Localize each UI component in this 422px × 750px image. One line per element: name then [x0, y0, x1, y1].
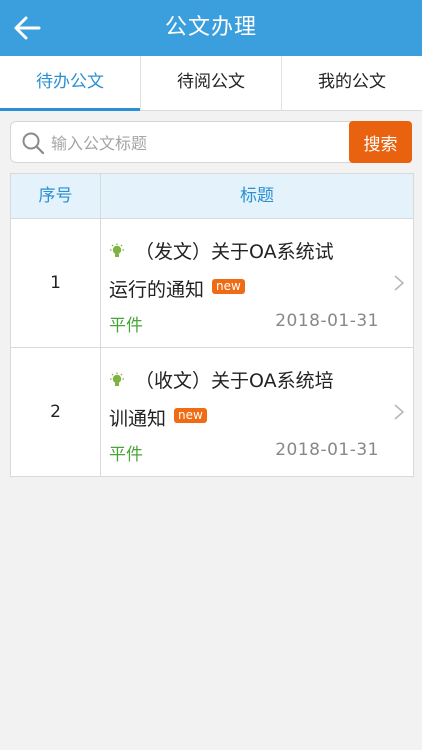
document-title-line1: （收文）关于OA系统培: [135, 370, 334, 392]
lightbulb-icon: [110, 372, 124, 386]
urgency-label: 平件: [109, 316, 143, 336]
chevron-right-icon: [394, 275, 405, 291]
tab-my-documents[interactable]: 我的公文: [282, 56, 422, 110]
search-button[interactable]: 搜索: [349, 121, 412, 163]
document-title-line2: 训通知: [109, 408, 167, 430]
document-meta: 平件 2018-01-31: [109, 311, 379, 336]
row-content: （发文）关于OA系统试 运行的通知 new 平件 2018-01-31: [101, 219, 413, 347]
tab-to-read-documents[interactable]: 待阅公文: [141, 56, 282, 110]
column-header-title: 标题: [240, 186, 274, 206]
table-row[interactable]: 1 （发文）关于OA系统试 运行的通知 new 平件 2018-01-31: [11, 219, 413, 348]
row-content: （收文）关于OA系统培 训通知 new 平件 2018-01-31: [101, 348, 413, 476]
document-title: （收文）关于OA系统培 训通知 new: [109, 362, 385, 438]
chevron-right-icon: [394, 404, 405, 420]
page-title: 公文办理: [164, 15, 257, 40]
app-header: 公文办理: [0, 0, 422, 56]
search-field[interactable]: [10, 121, 352, 164]
new-badge: new: [174, 408, 207, 423]
document-title-line1: （发文）关于OA系统试: [135, 241, 334, 263]
table-header: 序号 标题: [11, 174, 413, 219]
document-date: 2018-01-31: [275, 440, 379, 460]
search-input[interactable]: [49, 122, 349, 164]
document-date: 2018-01-31: [275, 311, 379, 331]
document-meta: 平件 2018-01-31: [109, 440, 379, 465]
table-row[interactable]: 2 （收文）关于OA系统培 训通知 new 平件 2018-01-31: [11, 348, 413, 476]
row-number: 2: [11, 348, 101, 476]
column-header-number: 序号: [11, 174, 101, 218]
row-number: 1: [11, 219, 101, 347]
new-badge: new: [212, 279, 245, 294]
document-table: 序号 标题 1 （发文）关于OA系统试 运行的通知 new 平件 2018-01…: [10, 173, 414, 477]
lightbulb-icon: [110, 243, 124, 257]
tab-pending-documents[interactable]: 待办公文: [0, 56, 141, 111]
document-title-line2: 运行的通知: [109, 279, 205, 301]
tab-bar: 待办公文 待阅公文 我的公文: [0, 56, 422, 111]
search-bar: 搜索: [10, 121, 412, 164]
document-title: （发文）关于OA系统试 运行的通知 new: [109, 233, 385, 309]
urgency-label: 平件: [109, 445, 143, 465]
search-icon: [22, 132, 45, 155]
